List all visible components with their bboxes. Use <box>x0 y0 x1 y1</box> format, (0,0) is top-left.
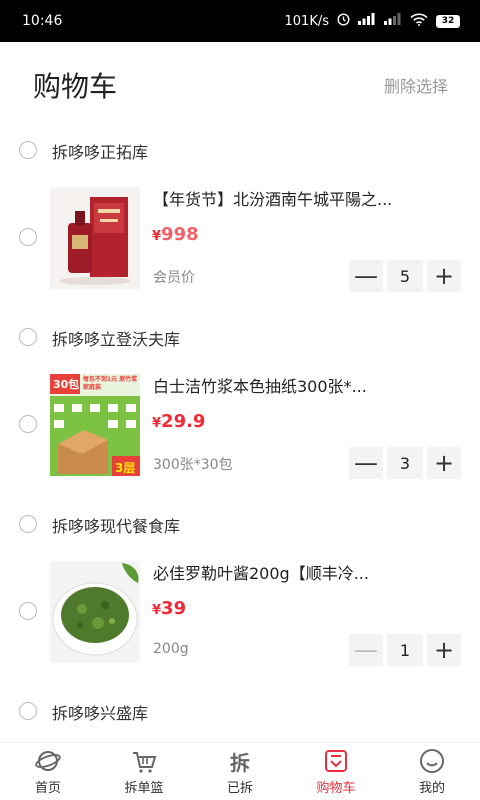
status-time: 10:46 <box>22 13 63 29</box>
store-name: 拆哆哆正拓库 <box>52 143 149 162</box>
item-select-radio[interactable] <box>19 228 37 246</box>
cart-item: 30包 每包不到1元 原竹浆家庭装 3层 白士洁竹浆本色抽纸300张*... ¥… <box>0 359 480 489</box>
product-image-pesto[interactable] <box>50 561 140 663</box>
decrease-button[interactable]: — <box>349 634 383 666</box>
alarm-icon <box>337 12 350 30</box>
product-spec: 300张*30包 <box>153 457 233 473</box>
cart-item: 【年货节】北汾酒南午城平陽之... ¥998 会员价 — 5 + <box>0 172 480 302</box>
increase-button[interactable]: + <box>427 447 461 479</box>
status-bar: 10:46 101K/s 32 <box>0 0 480 42</box>
price-value: 998 <box>161 224 199 245</box>
signal-icon-2 <box>384 13 402 29</box>
tab-chai[interactable]: 拆 已拆 <box>192 743 288 800</box>
tab-basket[interactable]: 拆单篮 <box>96 743 192 800</box>
quantity-stepper: — 1 + <box>349 634 461 666</box>
product-name[interactable]: 白士洁竹浆本色抽纸300张*... <box>153 373 453 397</box>
tab-label: 首页 <box>34 781 61 796</box>
tab-cart[interactable]: 购物车 <box>288 743 384 800</box>
tab-label: 已拆 <box>226 781 253 796</box>
basket-icon <box>131 748 157 774</box>
wifi-icon <box>410 13 428 30</box>
currency-symbol: ¥ <box>152 229 162 244</box>
tab-mine[interactable]: 我的 <box>384 743 480 800</box>
product-price: ¥29.9 <box>152 411 205 432</box>
bottom-tab-bar: 首页 拆单篮 拆 已拆 购物车 我的 <box>0 742 480 800</box>
page-title: 购物车 <box>33 70 118 103</box>
tab-label: 我的 <box>418 781 445 796</box>
signal-icon <box>358 13 376 29</box>
item-select-radio[interactable] <box>19 602 37 620</box>
store-select-radio[interactable] <box>19 702 37 720</box>
product-spec: 会员价 <box>153 270 195 286</box>
product-price: ¥39 <box>152 598 186 619</box>
product-image-tissue[interactable]: 30包 每包不到1元 原竹浆家庭装 3层 <box>50 374 140 476</box>
product-name[interactable]: 必佳罗勒叶酱200g【顺丰冷... <box>153 560 453 584</box>
currency-symbol: ¥ <box>152 603 162 618</box>
price-value: 39 <box>161 598 187 619</box>
decrease-button[interactable]: — <box>349 260 383 292</box>
price-value: 29.9 <box>161 411 206 432</box>
store-select-radio[interactable] <box>19 515 37 533</box>
cart-item: 必佳罗勒叶酱200g【顺丰冷... ¥39 200g — 1 + <box>0 546 480 676</box>
page-header: 购物车 删除选择 <box>0 42 480 128</box>
tab-label: 购物车 <box>316 781 356 796</box>
store-name: 拆哆哆兴盛库 <box>52 704 149 723</box>
increase-button[interactable]: + <box>427 634 461 666</box>
smiley-icon <box>419 748 445 774</box>
increase-button[interactable]: + <box>427 260 461 292</box>
item-select-radio[interactable] <box>19 415 37 433</box>
cart-icon <box>323 748 349 774</box>
store-select-radio[interactable] <box>19 328 37 346</box>
currency-symbol: ¥ <box>152 416 162 431</box>
store-select-radio[interactable] <box>19 141 37 159</box>
decrease-button[interactable]: — <box>349 447 383 479</box>
network-speed: 101K/s <box>284 13 330 29</box>
battery-indicator: 32 <box>436 14 460 28</box>
store-header[interactable]: 拆哆哆兴盛库 <box>0 691 480 731</box>
thumb-packs-label: 30包 <box>53 378 80 391</box>
store-header[interactable]: 拆哆哆现代餐食库 <box>0 504 480 544</box>
quantity-stepper: — 3 + <box>349 447 461 479</box>
delete-selected-button[interactable]: 删除选择 <box>384 73 448 97</box>
chai-icon: 拆 <box>230 750 250 775</box>
quantity-value[interactable]: 5 <box>387 260 423 292</box>
quantity-stepper: — 5 + <box>349 260 461 292</box>
product-image-liquor[interactable] <box>50 187 140 289</box>
thumb-layers-label: 3层 <box>115 461 136 475</box>
planet-icon <box>35 748 61 774</box>
product-spec: 200g <box>153 641 189 657</box>
store-header[interactable]: 拆哆哆正拓库 <box>0 130 480 170</box>
product-name[interactable]: 【年货节】北汾酒南午城平陽之... <box>153 186 453 210</box>
tab-home[interactable]: 首页 <box>0 743 96 800</box>
product-price: ¥998 <box>152 224 199 245</box>
store-header[interactable]: 拆哆哆立登沃夫库 <box>0 317 480 357</box>
quantity-value[interactable]: 1 <box>387 634 423 666</box>
tab-label: 拆单篮 <box>124 781 164 796</box>
store-name: 拆哆哆现代餐食库 <box>52 517 181 536</box>
quantity-value[interactable]: 3 <box>387 447 423 479</box>
thumb-banner-text: 每包不到1元 原竹浆家庭装 <box>83 376 138 391</box>
store-name: 拆哆哆立登沃夫库 <box>52 330 181 349</box>
